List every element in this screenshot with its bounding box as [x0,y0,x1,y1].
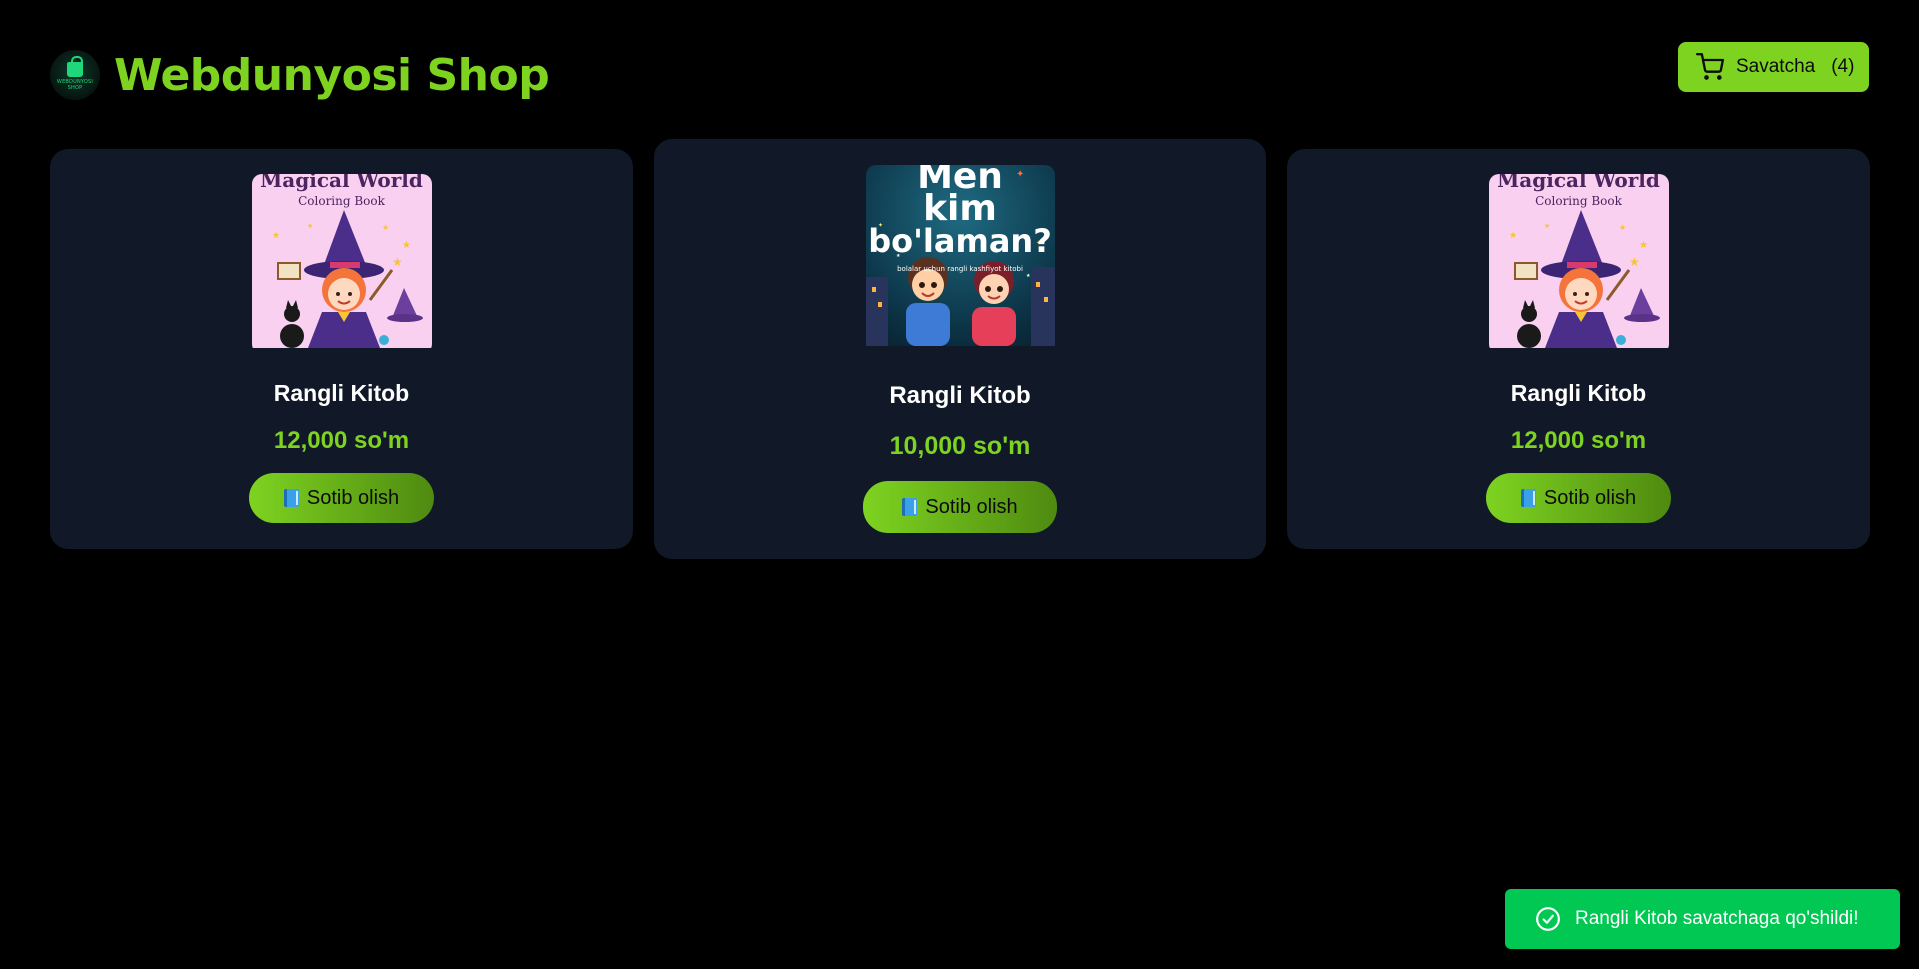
book-icon [1520,489,1536,507]
check-circle-icon [1536,907,1560,931]
witch-illustration: ★ ★ ★ ★ ★ [1509,210,1660,348]
site-header: WEBDUNYOSI SHOP Webdunyosi Shop Savatcha… [50,42,1869,105]
cover-title: Magical World [1497,174,1660,192]
product-price: 12,000 so'm [1510,427,1647,454]
svg-text:★: ★ [402,240,411,251]
site-title[interactable]: Webdunyosi Shop [114,50,550,101]
svg-text:★: ★ [1639,240,1648,251]
product-card: Magical World Coloring Book ★ ★ ★ ★ ★ Ra… [50,149,633,549]
buy-button-label: Sotib olish [925,495,1018,518]
product-image: Magical World Coloring Book ★ ★ ★ ★ ★ [1488,174,1669,354]
product-name: Rangli Kitob [273,380,410,406]
buy-button-label: Sotib olish [306,486,400,509]
buy-button[interactable]: Sotib olish [249,473,434,523]
svg-text:★: ★ [392,255,403,269]
buy-button[interactable]: Sotib olish [1486,473,1671,523]
witch-illustration: ★ ★ ★ ★ ★ [272,210,423,348]
cover-subtitle: Coloring Book [1535,194,1622,208]
cart-icon [1696,53,1724,80]
svg-text:★: ★ [1629,255,1640,269]
cart-count: (4) [1831,56,1855,77]
product-price: 10,000 so'm [889,432,1031,460]
product-price: 12,000 so'm [273,427,410,454]
cover-subtitle: Coloring Book [298,194,385,208]
brand[interactable]: WEBDUNYOSI SHOP Webdunyosi Shop [50,50,550,101]
logo[interactable]: WEBDUNYOSI SHOP [50,50,100,100]
svg-text:★: ★ [1509,231,1517,241]
product-image: ✦ ✦ ✦ ★ ★ Men kim bo'laman? bolalar uchu… [865,165,1055,354]
svg-text:★: ★ [1544,222,1550,230]
svg-text:★: ★ [272,231,280,241]
buy-button-label: Sotib olish [1543,486,1637,509]
cover-title: Magical World [260,174,423,192]
cart-button[interactable]: Savatcha (4) [1678,42,1869,92]
toast-notification[interactable]: Rangli Kitob savatchaga qo'shildi! [1505,889,1900,949]
cover-subtitle: bolalar uchun rangli kashfiyot kitobi [897,265,1023,273]
product-image: Magical World Coloring Book ★ ★ ★ ★ ★ [251,174,432,354]
product-card: ✦ ✦ ✦ ★ ★ Men kim bo'laman? bolalar uchu… [654,139,1266,559]
svg-text:★: ★ [1619,223,1626,232]
cover-title-line3: bo'laman? [868,222,1052,260]
book-icon [902,498,918,516]
cart-label: Savatcha [1736,56,1816,77]
svg-text:★: ★ [382,223,389,232]
product-card: Magical World Coloring Book ★ ★ ★ ★ ★ Ra… [1287,149,1870,549]
book-icon [283,489,299,507]
product-name: Rangli Kitob [889,382,1031,409]
buy-button[interactable]: Sotib olish [863,481,1057,533]
product-name: Rangli Kitob [1510,380,1647,406]
shopping-bag-icon [67,55,83,77]
svg-text:★: ★ [1026,273,1031,279]
toast-message: Rangli Kitob savatchaga qo'shildi! [1575,908,1859,929]
svg-text:★: ★ [307,222,313,230]
logo-text: WEBDUNYOSI SHOP [56,78,94,91]
